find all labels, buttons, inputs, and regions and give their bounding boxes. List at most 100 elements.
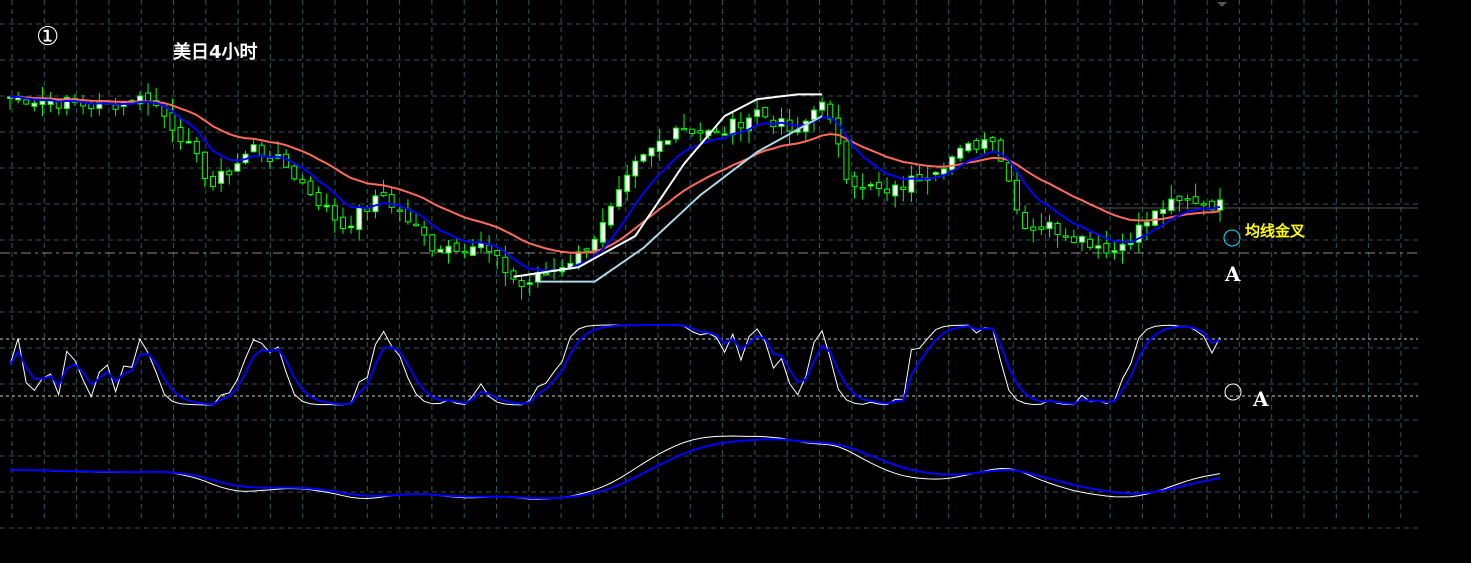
candle-body — [185, 140, 192, 144]
candle-body — [396, 209, 403, 212]
candle-body — [47, 100, 54, 105]
candle-body — [664, 140, 671, 145]
candle-body — [226, 170, 233, 176]
macd-signal-line — [10, 438, 1221, 500]
candle-body — [112, 104, 119, 110]
candle-body — [315, 192, 322, 207]
candle-body — [39, 100, 46, 106]
candle-body — [510, 270, 517, 280]
candle-body — [234, 163, 241, 172]
candle-body — [258, 144, 265, 156]
candle-body — [616, 189, 623, 207]
candle-body — [469, 246, 476, 256]
candle-body — [218, 170, 225, 184]
candle-body — [413, 223, 420, 227]
candle-body — [348, 225, 355, 229]
cross-circle-icon — [1223, 229, 1241, 247]
candle-body — [892, 184, 899, 197]
candle-body — [932, 171, 939, 176]
candle-body — [145, 92, 152, 103]
candle-body — [331, 205, 338, 221]
candle-body — [1070, 236, 1077, 244]
marker-a-oscillator: A — [1253, 387, 1269, 411]
candle-body — [307, 180, 314, 196]
candle-body — [445, 245, 452, 254]
candle-body — [494, 250, 501, 256]
candle-body — [1062, 235, 1069, 238]
candle-body — [819, 101, 826, 111]
candle-body — [1152, 210, 1159, 226]
candle-body — [453, 242, 460, 253]
candle-body — [591, 238, 598, 251]
candle-body — [884, 188, 891, 194]
candle-body — [380, 191, 387, 197]
candle-body — [949, 156, 956, 171]
panel-number: ① — [36, 22, 60, 52]
candle-body — [981, 139, 988, 149]
candle-body — [1127, 242, 1134, 246]
candle-body — [721, 133, 728, 136]
candle-body — [372, 195, 379, 213]
candle-body — [1095, 245, 1102, 249]
chart-title: 美日4小时 — [173, 42, 258, 63]
candle-body — [1054, 222, 1061, 236]
candle-body — [429, 234, 436, 252]
candle-body — [632, 160, 639, 177]
candle-body — [201, 151, 208, 179]
candle-body — [1119, 243, 1126, 252]
candle-body — [583, 248, 590, 252]
candle-body — [648, 147, 655, 157]
candle-body — [299, 179, 306, 184]
candle-body — [193, 140, 200, 155]
candle-body — [169, 112, 176, 131]
candle-body — [843, 140, 850, 180]
candle-body — [607, 205, 614, 226]
candle-body — [989, 137, 996, 143]
candle-body — [957, 147, 964, 159]
scroll-marker-icon — [1217, 2, 1227, 7]
candle-body — [689, 128, 696, 135]
candle-body — [1030, 226, 1037, 231]
candle-body — [810, 109, 817, 120]
candle-body — [291, 165, 298, 180]
candle-body — [1087, 238, 1094, 248]
candle-body — [1184, 198, 1191, 201]
candle-body — [1078, 236, 1085, 243]
candle-body — [1111, 250, 1118, 253]
candle-body — [364, 208, 371, 212]
candle-body — [1038, 226, 1045, 230]
candle-body — [266, 157, 273, 163]
candle-body — [867, 184, 874, 187]
candle-body — [250, 144, 257, 153]
candle-body — [1143, 221, 1150, 227]
candle-body — [323, 204, 330, 208]
candle-body — [421, 226, 428, 236]
candle-body — [681, 127, 688, 131]
macd-line — [10, 435, 1221, 500]
candle-body — [339, 216, 346, 230]
price-chart — [0, 0, 1418, 529]
candle-body — [672, 127, 679, 140]
candle-body — [356, 207, 363, 230]
candle-body — [461, 250, 468, 254]
candle-body — [875, 181, 882, 190]
candle-body — [1013, 179, 1020, 211]
candle-body — [437, 249, 444, 253]
candle-body — [1046, 221, 1053, 230]
candle-body — [624, 174, 631, 192]
fast-ma-line — [10, 95, 1221, 272]
candle-body — [1103, 242, 1110, 254]
candle-body — [1200, 203, 1207, 206]
candle-body — [729, 118, 736, 136]
candle-body — [404, 208, 411, 223]
candle-body — [1217, 199, 1223, 211]
candle-body — [1005, 162, 1012, 182]
candle-body — [1176, 195, 1183, 201]
candle-body — [177, 126, 184, 143]
candle-body — [965, 143, 972, 152]
candle-body — [23, 99, 30, 105]
candle-body — [599, 222, 606, 243]
candle-body — [1160, 209, 1167, 215]
candle-body — [656, 140, 663, 152]
candle-body — [754, 109, 761, 117]
